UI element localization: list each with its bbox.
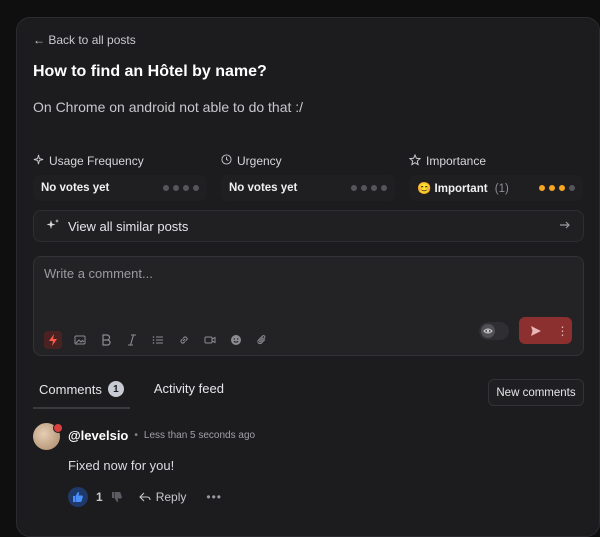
metric-label: Usage Frequency (49, 154, 144, 168)
video-icon[interactable] (202, 332, 218, 348)
comment-timestamp: Less than 5 seconds ago (143, 430, 256, 441)
comment-input[interactable] (44, 266, 574, 316)
reply-label: Reply (155, 490, 187, 504)
star-icon (408, 153, 422, 169)
back-link-label: ← Back to all posts (33, 33, 136, 47)
tab-label: Activity feed (153, 381, 224, 396)
similar-label: View all similar posts (68, 218, 189, 234)
comment-author[interactable]: @levelsio (68, 428, 128, 443)
send-button[interactable]: ⋮ (519, 317, 572, 344)
rating-dots (163, 185, 199, 191)
smile-emoji-icon: 😊 (417, 183, 432, 195)
metric-value-group: 😊 Important (1) (417, 181, 509, 195)
clock-icon (221, 154, 232, 168)
attachment-icon[interactable] (254, 332, 270, 348)
metric-usage-frequency: Usage Frequency No votes yet (33, 153, 207, 201)
metric-importance: Importance 😊 Important (1) (408, 153, 583, 201)
metrics-row: Usage Frequency No votes yet Urgency No … (33, 153, 585, 201)
comments-count-badge: 1 (107, 381, 124, 397)
rating-dot (381, 185, 387, 191)
tab-label: Comments (39, 381, 102, 397)
vote-count: (1) (494, 183, 509, 195)
rating-dot (559, 185, 565, 191)
similar-left: View all similar posts (46, 218, 188, 235)
rating-dot (549, 185, 555, 191)
rating-dot (173, 185, 179, 191)
visibility-toggle[interactable] (479, 322, 509, 340)
metric-header: Importance (408, 153, 583, 169)
bold-icon[interactable] (98, 332, 114, 348)
rating-dot (183, 185, 189, 191)
post-card: ← Back to all posts How to find an Hôtel… (16, 17, 600, 537)
verified-badge-icon (53, 423, 63, 433)
rating-dot (371, 185, 377, 191)
list-icon[interactable] (150, 332, 166, 348)
comment-tabs: Comments 1 Activity feed (33, 379, 230, 409)
thumbs-up-icon[interactable] (68, 487, 88, 507)
send-icon (519, 325, 553, 337)
tab-comments[interactable]: Comments 1 (33, 379, 130, 409)
comment-header: @levelsio • Less than 5 seconds ago (68, 428, 255, 443)
emoji-icon[interactable] (228, 332, 244, 348)
composer-toolbar (44, 331, 270, 349)
metric-value: No votes yet (41, 182, 110, 194)
metric-header: Urgency (221, 153, 395, 169)
post-body: On Chrome on android not able to do that… (33, 99, 304, 115)
bolt-icon[interactable] (44, 331, 62, 349)
rating-dots (539, 185, 575, 191)
sparkles-icon (46, 218, 60, 235)
more-options-icon[interactable]: ••• (206, 490, 222, 504)
back-link[interactable]: ← Back to all posts (33, 33, 136, 47)
thumbs-down-icon[interactable] (111, 491, 123, 503)
send-options-icon[interactable]: ⋮ (553, 324, 572, 338)
rating-dot (163, 185, 169, 191)
metric-vote-box[interactable]: No votes yet (33, 175, 207, 201)
separator: • (134, 430, 138, 441)
metric-value: No votes yet (229, 182, 298, 194)
metric-urgency: Urgency No votes yet (221, 153, 395, 201)
eye-icon (481, 324, 495, 338)
metric-vote-box[interactable]: 😊 Important (1) (409, 175, 583, 201)
rating-dot (361, 185, 367, 191)
rating-dot (569, 185, 575, 191)
new-comments-button[interactable]: New comments (488, 379, 584, 406)
rating-dot (539, 185, 545, 191)
image-icon[interactable] (72, 332, 88, 348)
rating-dot (193, 185, 199, 191)
metric-vote-box[interactable]: No votes yet (221, 175, 395, 201)
comment-text: Fixed now for you! (68, 458, 175, 473)
like-count: 1 (96, 490, 103, 504)
reply-button[interactable]: Reply (138, 490, 187, 504)
metric-header: Usage Frequency (33, 153, 207, 169)
italic-icon[interactable] (124, 332, 140, 348)
arrow-right-icon (559, 219, 571, 234)
metric-label: Importance (426, 154, 487, 168)
post-title: How to find an Hôtel by name? (33, 63, 267, 80)
metric-value: Important (434, 183, 488, 195)
tab-activity-feed[interactable]: Activity feed (148, 379, 230, 406)
view-similar-posts-button[interactable]: View all similar posts (33, 210, 584, 242)
sparkle-icon (33, 154, 44, 168)
comment-actions: 1 Reply ••• (68, 487, 222, 507)
metric-label: Urgency (237, 154, 282, 168)
rating-dot (351, 185, 357, 191)
reply-icon (138, 491, 151, 503)
comment-composer: ⋮ (33, 256, 584, 356)
link-icon[interactable] (176, 332, 192, 348)
rating-dots (351, 185, 387, 191)
